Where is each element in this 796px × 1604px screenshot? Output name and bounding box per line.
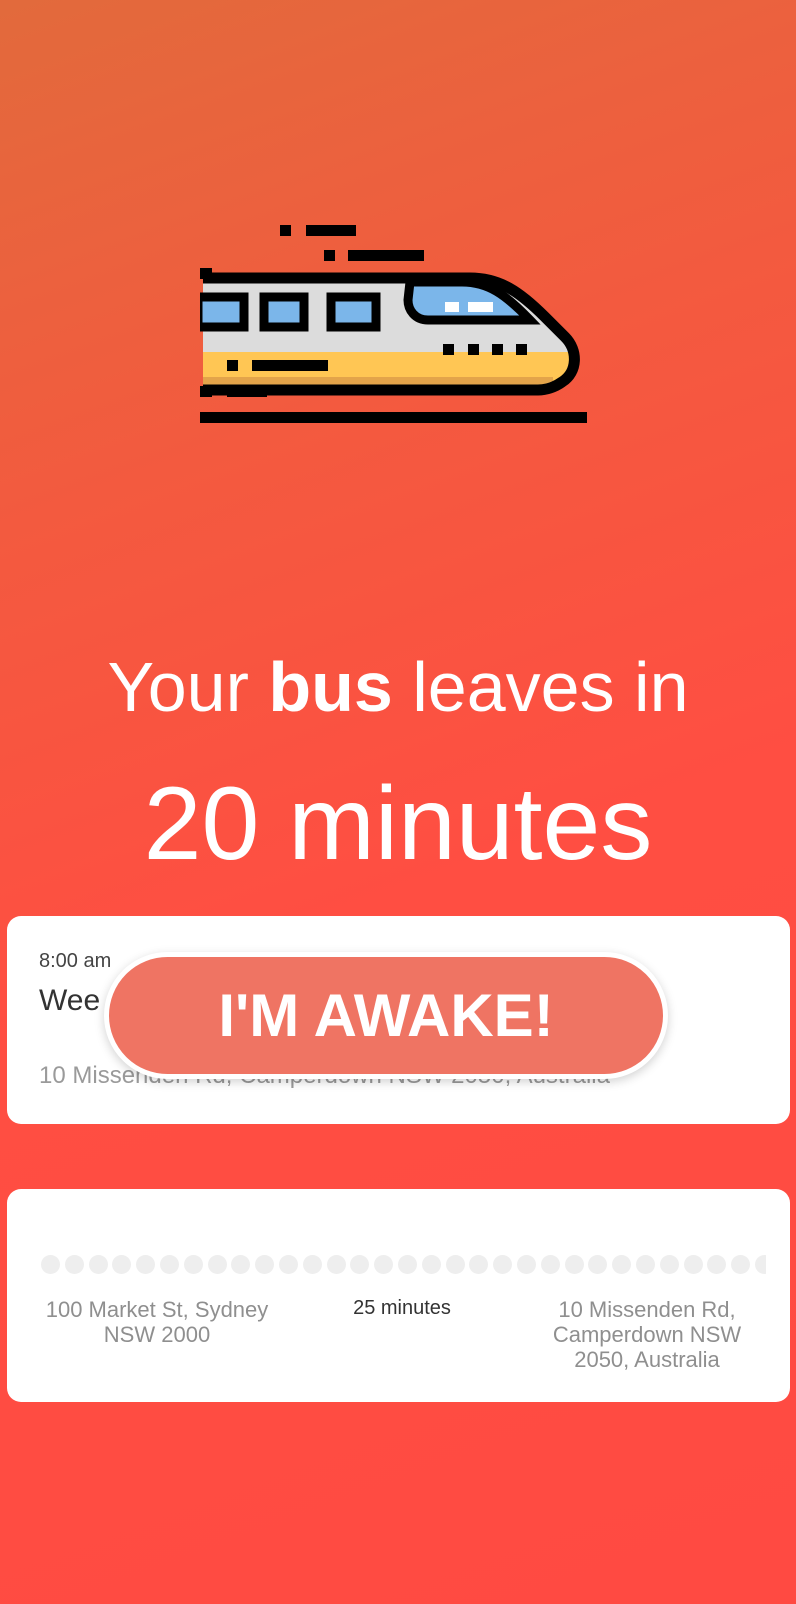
headline: Your bus leaves in bbox=[0, 652, 796, 722]
route-dot bbox=[183, 1255, 203, 1274]
route-destination: 10 Missenden Rd, Camperdown NSW 2050, Au… bbox=[552, 1297, 742, 1372]
route-dot bbox=[278, 1255, 298, 1274]
route-dot bbox=[612, 1255, 632, 1274]
route-origin: 100 Market St, Sydney NSW 2000 bbox=[45, 1297, 269, 1347]
route-dot bbox=[88, 1255, 108, 1274]
headline-suffix: leaves in bbox=[412, 648, 689, 726]
route-dot bbox=[445, 1255, 465, 1274]
route-dot bbox=[64, 1255, 84, 1274]
route-dot bbox=[255, 1255, 275, 1274]
route-dot bbox=[231, 1255, 251, 1274]
route-dot bbox=[516, 1255, 536, 1274]
route-dot bbox=[564, 1255, 584, 1274]
route-dot bbox=[635, 1255, 655, 1274]
route-dot bbox=[112, 1255, 132, 1274]
train-icon bbox=[193, 222, 600, 437]
headline-prefix: Your bbox=[107, 648, 249, 726]
route-dot bbox=[469, 1255, 489, 1274]
route-card: 100 Market St, Sydney NSW 2000 25 minute… bbox=[7, 1189, 790, 1402]
route-dot bbox=[659, 1255, 679, 1274]
route-dot bbox=[302, 1255, 322, 1274]
alarm-time: 8:00 am bbox=[39, 950, 112, 972]
countdown: 20 minutes bbox=[143, 766, 653, 882]
route-dot bbox=[136, 1255, 156, 1274]
route-dot bbox=[397, 1255, 417, 1274]
route-dot bbox=[707, 1255, 727, 1274]
route-dot bbox=[159, 1255, 179, 1274]
route-dot bbox=[350, 1255, 370, 1274]
route-dot bbox=[374, 1255, 394, 1274]
route-dot bbox=[207, 1255, 227, 1274]
route-dot bbox=[588, 1255, 608, 1274]
awake-button[interactable]: I'M AWAKE! bbox=[104, 952, 668, 1079]
route-dot bbox=[493, 1255, 513, 1274]
route-dot bbox=[731, 1255, 751, 1274]
route-progress-dots bbox=[41, 1255, 766, 1277]
route-dot bbox=[41, 1255, 60, 1274]
route-dot bbox=[540, 1255, 560, 1274]
route-dot bbox=[754, 1255, 766, 1274]
route-dot bbox=[683, 1255, 703, 1274]
route-dot bbox=[421, 1255, 441, 1274]
route-duration: 25 minutes bbox=[353, 1297, 451, 1319]
route-dot bbox=[326, 1255, 346, 1274]
headline-transport: bus bbox=[268, 648, 393, 726]
